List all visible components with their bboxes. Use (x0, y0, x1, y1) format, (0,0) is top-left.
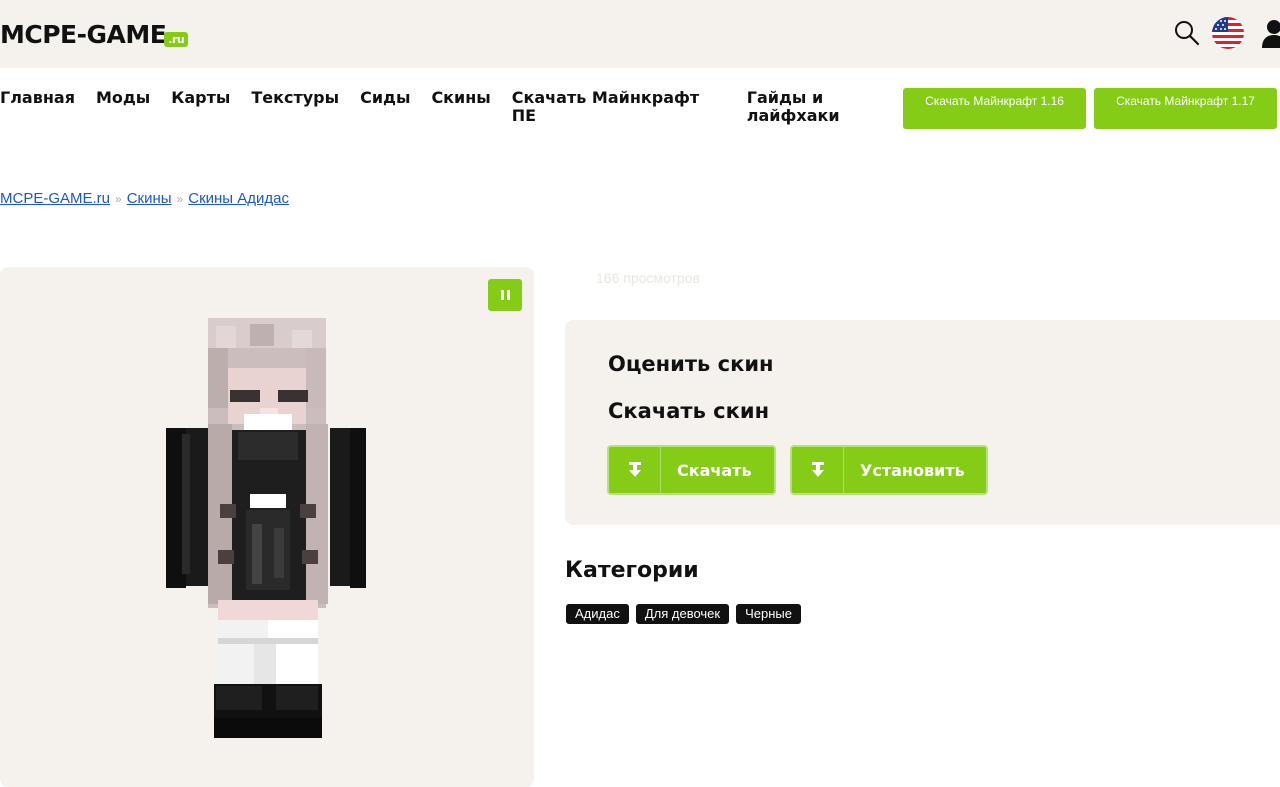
tag-black[interactable]: Черные (736, 604, 801, 624)
install-skin-label: Установить (860, 460, 965, 480)
nav-item-download-pe[interactable]: Скачать Майнкрафт ПЕ (512, 89, 712, 125)
header-icons (1172, 16, 1280, 50)
pause-icon (506, 290, 510, 300)
download-minecraft-1-17-button[interactable]: Скачать Майнкрафт 1.17 (1094, 88, 1277, 129)
skin-preview[interactable] (160, 314, 376, 744)
breadcrumb-adidas-skins[interactable]: Скины Адидас (188, 190, 289, 207)
download-skin-label: Скачать (677, 460, 752, 480)
download-skin-button[interactable]: Скачать (607, 445, 776, 495)
tag-adidas[interactable]: Адидас (566, 604, 629, 624)
search-icon[interactable] (1172, 18, 1202, 48)
rate-skin-heading: Оценить скин (608, 352, 774, 376)
breadcrumb-home[interactable]: MCPE-GAME.ru (0, 190, 110, 207)
views-count: 166 просмотров (596, 270, 700, 286)
logo-text: MCPE-GAME (0, 20, 167, 49)
breadcrumb-separator: » (115, 192, 122, 206)
site-header: MCPE-GAME .ru (0, 0, 1280, 68)
install-skin-button[interactable]: Установить (790, 445, 988, 495)
nav-item-maps[interactable]: Карты (171, 89, 230, 107)
nav-item-mods[interactable]: Моды (96, 89, 150, 107)
nav-item-skins[interactable]: Скины (431, 89, 490, 107)
user-icon[interactable] (1262, 18, 1280, 48)
pause-icon (500, 290, 504, 300)
category-tags: Адидас Для девочек Черные (566, 604, 808, 624)
download-icon (609, 447, 661, 493)
breadcrumb: MCPE-GAME.ru » Скины » Скины Адидас (0, 189, 289, 209)
nav-item-home[interactable]: Главная (0, 89, 75, 107)
tag-for-girls[interactable]: Для девочек (635, 604, 730, 624)
site-logo[interactable]: MCPE-GAME .ru (0, 20, 189, 50)
pause-button[interactable] (488, 279, 522, 311)
breadcrumb-skins[interactable]: Скины (127, 190, 172, 207)
logo-suffix: .ru (164, 32, 189, 47)
nav-item-seeds[interactable]: Сиды (360, 89, 410, 107)
main-nav: Главная Моды Карты Текстуры Сиды Скины С… (0, 89, 857, 125)
download-skin-heading: Скачать скин (608, 399, 770, 423)
nav-item-guides[interactable]: Гайды и лайфхаки (747, 89, 857, 125)
breadcrumb-separator: » (176, 192, 184, 206)
categories-heading: Категории (565, 558, 699, 583)
download-minecraft-1-16-button[interactable]: Скачать Майнкрафт 1.16 (903, 88, 1086, 129)
nav-item-textures[interactable]: Текстуры (251, 89, 339, 107)
us-flag-icon[interactable] (1212, 17, 1244, 49)
install-icon (792, 447, 844, 493)
